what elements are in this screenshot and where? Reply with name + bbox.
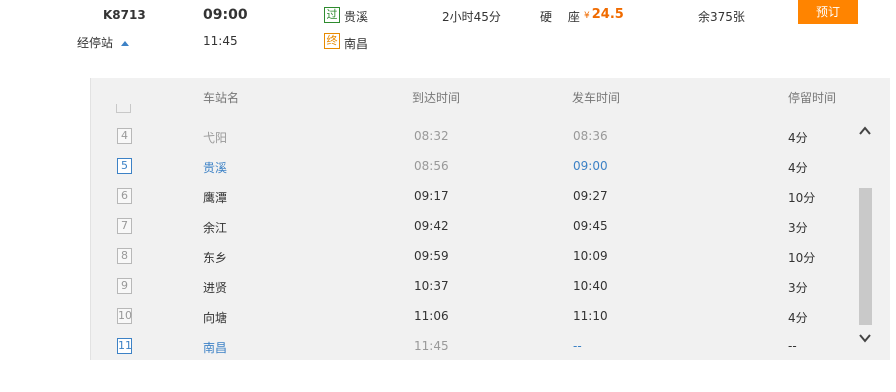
stop-arrive-time: 09:59 [414,249,449,263]
tickets-remaining: 余375张 [698,10,745,24]
stop-depart-time: -- [573,339,582,353]
scrolled-row-fragment [116,104,816,114]
stop-arrive-time: 09:42 [414,219,449,233]
stop-number-badge: 9 [117,278,132,294]
book-button[interactable]: 预订 [798,0,858,24]
trip-duration: 2小时45分 [442,10,501,24]
stop-depart-time: 09:45 [573,219,608,233]
stop-stay-duration: 4分 [788,161,808,175]
stop-depart-time: 08:36 [573,129,608,143]
stop-arrive-time: 08:56 [414,159,449,173]
stop-depart-time: 11:10 [573,309,608,323]
stop-station-name: 东乡 [203,251,228,265]
stop-number-badge: 5 [117,158,132,174]
stop-stay-duration: 3分 [788,281,808,295]
stop-arrive-time: 09:17 [414,189,449,203]
stop-stay-duration: 4分 [788,131,808,145]
ticket-price: ¥24.5 [584,7,624,22]
arrive-time: 11:45 [203,34,238,48]
stop-stay-duration: 10分 [788,191,816,205]
to-station: 南昌 [344,37,369,51]
chevron-up-icon[interactable] [858,124,872,138]
scrollbar-thumb[interactable] [859,188,872,325]
stop-arrive-time: 11:45 [414,339,449,353]
chevron-down-icon[interactable] [858,331,872,345]
via-stations-toggle[interactable]: 经停站 [77,34,130,51]
stop-station-name: 向塘 [203,311,228,325]
terminal-badge: 终 [324,33,340,49]
stop-station-name: 鹰潭 [203,191,228,205]
stop-station-name: 南昌 [203,341,228,355]
stop-stay-duration: 3分 [788,221,808,235]
stop-stay-duration: 10分 [788,251,816,265]
stop-number-badge: 6 [117,188,132,204]
stop-station-name: 弋阳 [203,131,228,145]
stop-station-name: 进贤 [203,281,228,295]
train-number[interactable]: K8713 [103,8,146,22]
pass-badge: 过 [324,7,340,23]
stop-depart-time: 10:40 [573,279,608,293]
stop-arrive-time: 10:37 [414,279,449,293]
price-value: 24.5 [591,7,624,22]
stop-station-name: 贵溪 [203,161,228,175]
currency-symbol: ¥ [584,11,590,21]
stop-number-badge: 7 [117,218,132,234]
stop-depart-time: 09:27 [573,189,608,203]
stop-number-badge: 11 [117,338,132,354]
via-stations-label: 经停站 [77,36,114,50]
from-station: 贵溪 [344,10,369,24]
triangle-up-icon [121,41,130,46]
depart-time: 09:00 [203,7,248,23]
stop-number-badge: 8 [117,248,132,264]
seat-type: 硬 座 [540,10,586,24]
stop-stay-duration: -- [788,339,797,353]
stop-station-name: 余江 [203,221,228,235]
stop-depart-time: 09:00 [573,159,608,173]
stop-arrive-time: 08:32 [414,129,449,143]
stop-depart-time: 10:09 [573,249,608,263]
stop-stay-duration: 4分 [788,311,808,325]
stop-arrive-time: 11:06 [414,309,449,323]
stop-number-badge: 4 [117,128,132,144]
stop-number-badge: 10 [117,308,132,324]
